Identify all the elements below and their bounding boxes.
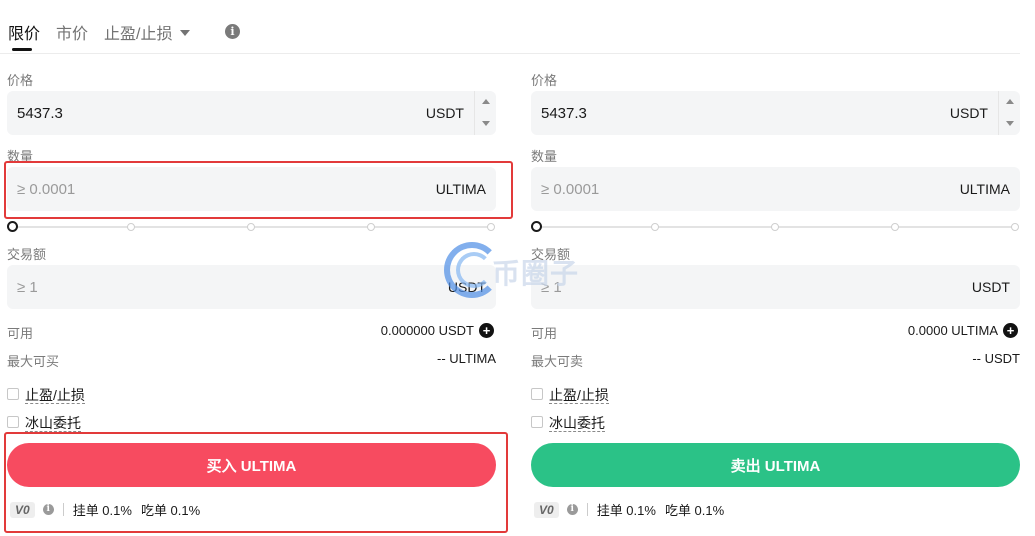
- sell-amount-slider[interactable]: [531, 221, 1020, 233]
- sell-price-unit: USDT: [949, 105, 988, 121]
- buy-price-value[interactable]: 5437.3: [17, 105, 63, 122]
- slider-step-75[interactable]: [367, 223, 375, 231]
- divider: [62, 503, 64, 516]
- max-sell-row: 最大可卖 -- USDT: [531, 351, 1020, 369]
- price-label: 价格: [7, 73, 34, 88]
- buy-price-field[interactable]: 5437.3 USDT: [7, 91, 496, 135]
- slider-thumb[interactable]: [7, 221, 18, 232]
- maker-fee: 挂单 0.1%: [596, 503, 656, 518]
- sell-amount-field[interactable]: ULTIMA: [531, 167, 1020, 211]
- taker-fee: 吃单 0.1%: [140, 503, 201, 518]
- buy-price-unit: USDT: [425, 105, 464, 121]
- vip-level-badge[interactable]: V0: [10, 501, 35, 518]
- slider-step-50[interactable]: [771, 223, 779, 231]
- tpsl-checkbox[interactable]: [531, 388, 543, 401]
- available-label: 可用: [7, 326, 34, 341]
- buy-amount-slider[interactable]: [7, 221, 496, 233]
- sell-price-value[interactable]: 5437.3: [541, 105, 587, 122]
- slider-step-100[interactable]: [487, 223, 495, 231]
- available-row: 可用 0.000000 USDT +: [7, 323, 496, 341]
- max-buy-row: 最大可买 -- ULTIMA: [7, 351, 496, 369]
- tpsl-checkbox-row[interactable]: 止盈/止损: [531, 385, 609, 404]
- amount-label: 数量: [531, 149, 558, 164]
- add-funds-icon[interactable]: +: [479, 323, 494, 338]
- buy-total-field[interactable]: USDT: [7, 265, 496, 309]
- fee-info-icon[interactable]: i: [566, 504, 578, 515]
- divider: [586, 503, 588, 516]
- sell-price-field[interactable]: 5437.3 USDT: [531, 91, 1020, 135]
- price-label: 价格: [531, 73, 558, 88]
- sell-panel: 价格 5437.3 USDT 数量 ULTIMA 交易额 USDT 可用 0.0…: [531, 0, 1021, 536]
- buy-total-input[interactable]: [17, 276, 317, 298]
- fee-info-icon[interactable]: i: [42, 504, 54, 515]
- fee-row: V0 i 挂单 0.1% 吃单 0.1%: [10, 500, 200, 518]
- taker-fee: 吃单 0.1%: [664, 503, 725, 518]
- slider-step-25[interactable]: [127, 223, 135, 231]
- max-sell-value: -- USDT: [972, 351, 1020, 366]
- fee-row: V0 i 挂单 0.1% 吃单 0.1%: [534, 500, 724, 518]
- iceberg-checkbox-row[interactable]: 冰山委托: [531, 413, 605, 432]
- iceberg-checkbox-row[interactable]: 冰山委托: [7, 413, 81, 432]
- price-stepper: [998, 91, 1020, 135]
- price-increment-button[interactable]: [999, 91, 1021, 113]
- price-decrement-button[interactable]: [475, 113, 497, 135]
- max-buy-value: -- ULTIMA: [437, 351, 496, 366]
- available-row: 可用 0.0000 ULTIMA +: [531, 323, 1020, 341]
- slider-step-50[interactable]: [247, 223, 255, 231]
- price-stepper: [474, 91, 496, 135]
- buy-panel: 价格 5437.3 USDT 数量 ULTIMA 交易额 USDT 可用 0.0…: [7, 0, 497, 536]
- tpsl-checkbox-row[interactable]: 止盈/止损: [7, 385, 85, 404]
- slider-thumb[interactable]: [531, 221, 542, 232]
- iceberg-checkbox[interactable]: [531, 416, 543, 429]
- buy-button[interactable]: 买入 ULTIMA: [7, 443, 496, 487]
- sell-button[interactable]: 卖出 ULTIMA: [531, 443, 1020, 487]
- buy-total-unit: USDT: [447, 279, 486, 295]
- buy-amount-field[interactable]: ULTIMA: [7, 167, 496, 211]
- total-label: 交易额: [7, 247, 47, 262]
- max-buy-label: 最大可买: [7, 354, 60, 369]
- vip-level-badge[interactable]: V0: [534, 501, 559, 518]
- iceberg-checkbox-label: 冰山委托: [25, 415, 81, 432]
- iceberg-checkbox[interactable]: [7, 416, 19, 429]
- available-value: 0.000000 USDT: [380, 323, 474, 338]
- available-value: 0.0000 ULTIMA: [907, 323, 998, 338]
- sell-total-unit: USDT: [971, 279, 1010, 295]
- add-funds-icon[interactable]: +: [1003, 323, 1018, 338]
- tpsl-checkbox-label: 止盈/止损: [549, 387, 609, 404]
- price-decrement-button[interactable]: [999, 113, 1021, 135]
- sell-amount-input[interactable]: [541, 178, 841, 200]
- maker-fee: 挂单 0.1%: [72, 503, 132, 518]
- tpsl-checkbox-label: 止盈/止损: [25, 387, 85, 404]
- sell-total-input[interactable]: [541, 276, 841, 298]
- tpsl-checkbox[interactable]: [7, 388, 19, 401]
- price-increment-button[interactable]: [475, 91, 497, 113]
- slider-step-25[interactable]: [651, 223, 659, 231]
- buy-amount-input[interactable]: [17, 178, 317, 200]
- iceberg-checkbox-label: 冰山委托: [549, 415, 605, 432]
- total-label: 交易额: [531, 247, 571, 262]
- slider-step-75[interactable]: [891, 223, 899, 231]
- sell-total-field[interactable]: USDT: [531, 265, 1020, 309]
- available-label: 可用: [531, 326, 558, 341]
- amount-label: 数量: [7, 149, 34, 164]
- max-sell-label: 最大可卖: [531, 354, 584, 369]
- sell-amount-unit: ULTIMA: [959, 181, 1010, 197]
- slider-step-100[interactable]: [1011, 223, 1019, 231]
- buy-amount-unit: ULTIMA: [435, 181, 486, 197]
